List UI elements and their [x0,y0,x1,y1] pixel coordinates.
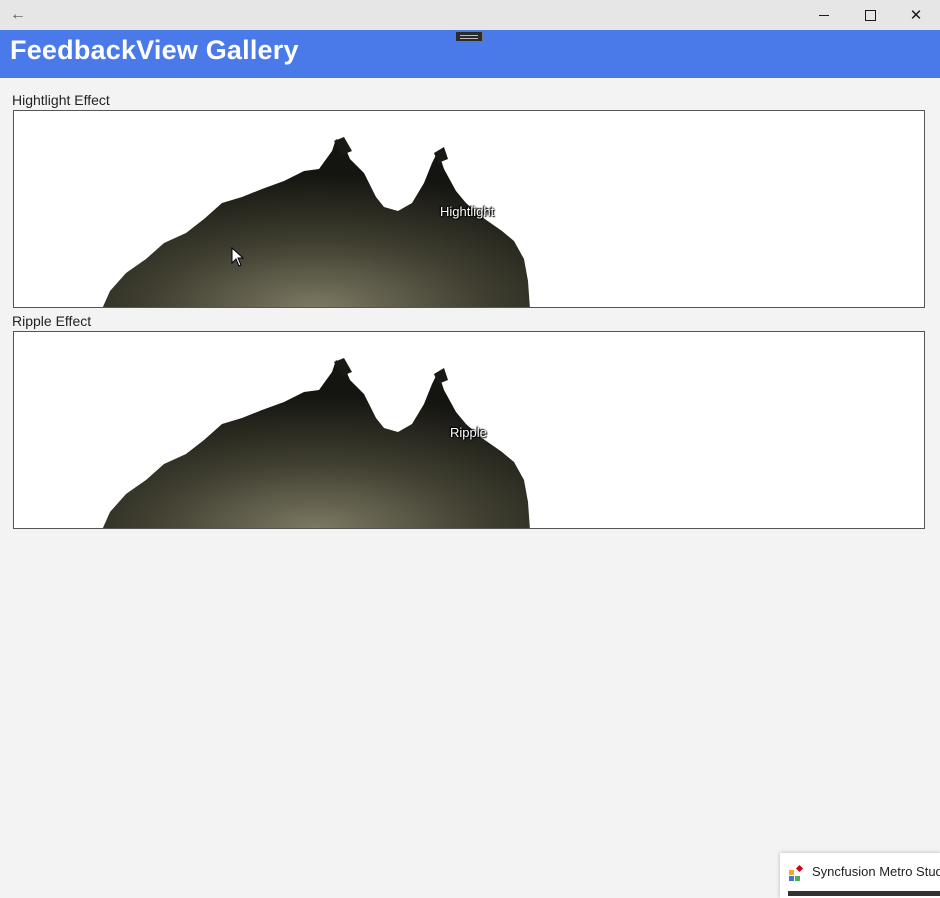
close-button[interactable]: ✕ [893,0,939,30]
taskbar-preview-bar [788,891,940,896]
window-titlebar: ← ✕ [0,0,940,30]
page-title: FeedbackView Gallery [10,35,299,65]
maximize-icon [864,9,876,21]
syncfusion-app-icon [789,865,804,881]
taskbar-app-name: Syncfusion Metro Studio [812,864,940,879]
maximize-button[interactable] [847,0,893,30]
minimize-icon [819,14,829,16]
minimize-button[interactable] [801,0,847,30]
mouse-cursor-icon [231,247,245,267]
ripple-overlay-text: Ripple [450,425,487,440]
drag-handle-icon[interactable] [455,31,483,42]
highlight-effect-label: Hightlight Effect [12,92,110,108]
taskbar-preview[interactable]: Syncfusion Metro Studio [780,853,940,898]
back-arrow-icon: ← [10,6,26,23]
back-button[interactable]: ← [0,0,36,30]
ripple-effect-label: Ripple Effect [12,313,92,329]
ripple-effect-feedback-view[interactable]: Ripple [13,331,925,529]
highlight-overlay-text: Hightlight [440,204,495,219]
highlight-effect-feedback-view[interactable]: Hightlight [13,110,925,308]
close-icon: ✕ [909,6,923,24]
